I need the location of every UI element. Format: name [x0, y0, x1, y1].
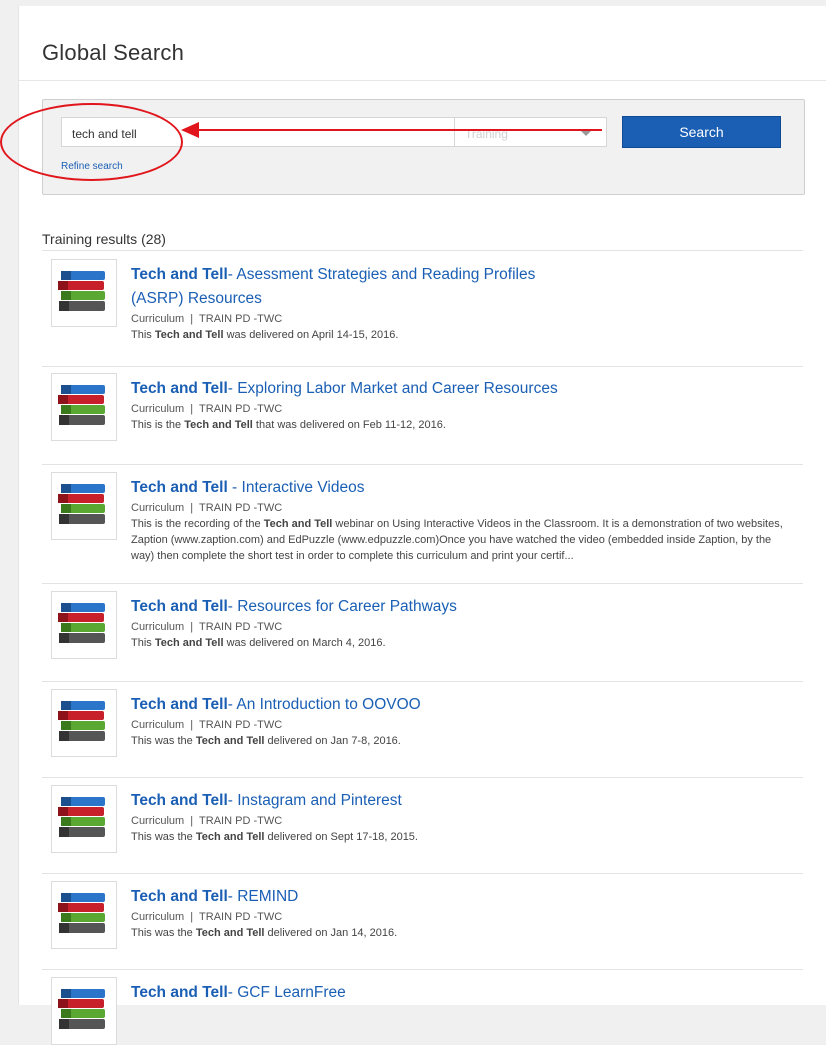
result-item: Tech and Tell- GCF LearnFree — [42, 969, 803, 1045]
books-icon[interactable] — [51, 373, 117, 441]
description-keyword: Tech and Tell — [184, 419, 253, 431]
type-select-value: Training — [465, 127, 508, 141]
result-title-keyword: Tech and Tell — [131, 888, 228, 905]
description-keyword: Tech and Tell — [154, 329, 224, 341]
result-title-text: - Resources for Career Pathways — [227, 598, 457, 615]
description-text: that was delivered on Feb 11-12, 2016. — [252, 419, 446, 431]
result-title-keyword: Tech and Tell — [131, 266, 228, 283]
result-title-text: - Instagram and Pinterest — [227, 792, 402, 809]
description-text: This is the recording of the — [131, 518, 264, 530]
result-item: Tech and Tell- Instagram and Pinterest Cu… — [42, 777, 803, 874]
books-icon[interactable] — [51, 881, 117, 949]
result-description: This Tech and Tell was delivered on Apri… — [131, 327, 791, 343]
result-item: Tech and Tell- Exploring Labor Market an… — [42, 365, 803, 465]
result-description: This was the Tech and Tell delivered on … — [131, 733, 791, 749]
books-icon[interactable] — [51, 259, 117, 327]
description-keyword: Tech and Tell — [195, 927, 265, 939]
description-text: This was the — [131, 831, 196, 843]
result-meta: Curriculum | TRAIN PD -TWC — [131, 621, 283, 633]
result-description: This is the recording of the Tech and Te… — [131, 516, 791, 564]
description-text: delivered on Jan 14, 2016. — [264, 927, 398, 939]
result-title-text: - REMIND — [227, 888, 299, 905]
annotation-circle — [0, 103, 183, 181]
description-keyword: Tech and Tell — [263, 518, 333, 530]
divider — [19, 80, 826, 81]
books-icon[interactable] — [51, 472, 117, 540]
result-title-link[interactable]: Tech and Tell- Exploring Labor Market an… — [131, 377, 581, 401]
result-item: Tech and Tell - Interactive Videos Curric… — [42, 464, 803, 584]
result-title-text: - GCF LearnFree — [227, 984, 346, 1001]
result-title-keyword: Tech and Tell — [131, 792, 228, 809]
result-title-link[interactable]: Tech and Tell- Asessment Strategies and … — [131, 263, 581, 311]
result-title-link[interactable]: Tech and Tell- REMIND — [131, 885, 581, 909]
result-meta: Curriculum | TRAIN PD -TWC — [131, 719, 283, 731]
result-title-text: - Interactive Videos — [227, 479, 365, 496]
result-title-keyword: Tech and Tell — [131, 598, 228, 615]
result-item: Tech and Tell- Asessment Strategies and … — [42, 251, 803, 367]
result-title-keyword: Tech and Tell — [131, 696, 228, 713]
result-item: Tech and Tell- Resources for Career Path… — [42, 583, 803, 682]
books-icon[interactable] — [51, 591, 117, 659]
chevron-down-icon — [580, 130, 592, 136]
result-title-link[interactable]: Tech and Tell- Instagram and Pinterest — [131, 789, 581, 813]
result-title-keyword: Tech and Tell — [131, 380, 228, 397]
description-text: delivered on Jan 7-8, 2016. — [264, 735, 401, 747]
result-item: Tech and Tell- An Introduction to OOVOO C… — [42, 681, 803, 778]
result-meta: Curriculum | TRAIN PD -TWC — [131, 313, 283, 325]
result-title-link[interactable]: Tech and Tell - Interactive Videos — [131, 476, 581, 500]
result-title-text: - An Introduction to OOVOO — [227, 696, 421, 713]
description-text: This is the — [131, 419, 185, 431]
description-keyword: Tech and Tell — [195, 831, 265, 843]
description-text: This — [131, 329, 155, 341]
description-keyword: Tech and Tell — [154, 637, 224, 649]
description-text: was delivered on April 14-15, 2016. — [223, 329, 399, 341]
result-description: This was the Tech and Tell delivered on … — [131, 829, 791, 845]
result-title-text: - Exploring Labor Market and Career Reso… — [227, 380, 558, 397]
description-keyword: Tech and Tell — [195, 735, 265, 747]
result-meta: Curriculum | TRAIN PD -TWC — [131, 911, 283, 923]
books-icon[interactable] — [51, 689, 117, 757]
result-meta: Curriculum | TRAIN PD -TWC — [131, 815, 283, 827]
result-title-keyword: Tech and Tell — [131, 479, 228, 496]
result-description: This was the Tech and Tell delivered on … — [131, 925, 791, 941]
page-title: Global Search — [42, 40, 185, 65]
books-icon[interactable] — [51, 977, 117, 1045]
results-heading: Training results (28) — [42, 231, 166, 247]
search-button[interactable]: Search — [622, 116, 781, 148]
books-icon[interactable] — [51, 785, 117, 853]
description-text: This — [131, 637, 155, 649]
description-text: This was the — [131, 735, 196, 747]
result-title-keyword: Tech and Tell — [131, 984, 228, 1001]
description-text: delivered on Sept 17-18, 2015. — [264, 831, 418, 843]
type-select[interactable]: Training — [454, 117, 607, 147]
result-item: Tech and Tell- REMIND Curriculum | TRAIN … — [42, 873, 803, 970]
description-text: This was the — [131, 927, 196, 939]
description-text: was delivered on March 4, 2016. — [223, 637, 386, 649]
result-meta: Curriculum | TRAIN PD -TWC — [131, 403, 283, 415]
result-description: This Tech and Tell was delivered on Marc… — [131, 635, 791, 651]
result-title-link[interactable]: Tech and Tell- GCF LearnFree — [131, 981, 581, 1005]
result-title-link[interactable]: Tech and Tell- Resources for Career Path… — [131, 595, 581, 619]
result-meta: Curriculum | TRAIN PD -TWC — [131, 502, 283, 514]
result-title-link[interactable]: Tech and Tell- An Introduction to OOVOO — [131, 693, 581, 717]
result-description: This is the Tech and Tell that was deliv… — [131, 417, 791, 433]
